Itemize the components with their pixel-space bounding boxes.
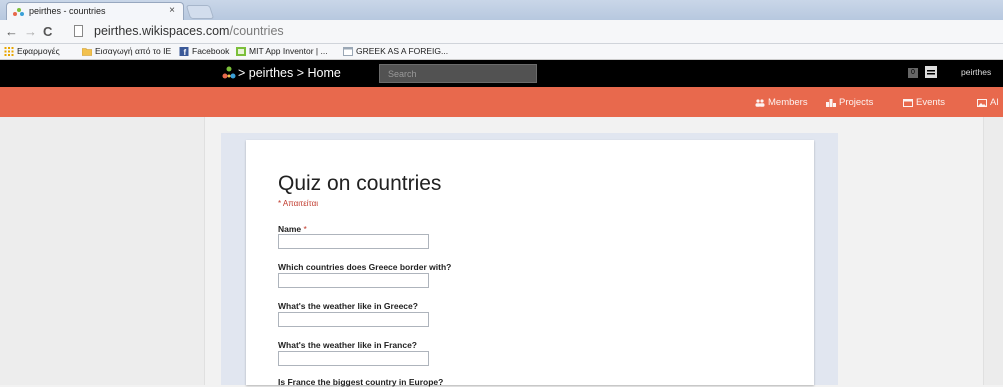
question-label: Which countries does Greece border with? <box>278 262 451 272</box>
wikispaces-logo-icon[interactable] <box>221 65 237 81</box>
back-arrow-icon[interactable]: ← <box>5 24 18 39</box>
question-text: Which countries does Greece border with? <box>278 262 452 272</box>
bookmark-label: GREEK AS A FOREIG... <box>356 46 449 56</box>
bookmark-label: Facebook <box>192 46 230 56</box>
right-sidebar <box>983 117 1003 385</box>
required-star: * <box>303 224 307 234</box>
nav-label: Al <box>990 97 999 108</box>
question-text: Is France the biggest country in Europe? <box>278 377 444 387</box>
bookmark-label: Εφαρμογές <box>17 46 60 56</box>
form-title: Quiz on countries <box>278 172 442 195</box>
members-icon <box>755 98 765 107</box>
folder-icon <box>82 47 92 56</box>
question-label: Is France the biggest country in Europe? <box>278 377 443 387</box>
reload-icon[interactable]: C <box>43 24 52 39</box>
user-menu[interactable]: peirthes <box>961 67 991 77</box>
bookmark-mit-app-inventor[interactable]: MIT App Inventor | ... <box>236 46 328 56</box>
browser-tab[interactable]: peirthes - countries × <box>6 2 184 20</box>
notification-badge[interactable]: 0 <box>908 68 918 78</box>
nav-projects[interactable]: Projects <box>826 97 873 108</box>
bookmark-greek-foreign[interactable]: GREEK AS A FOREIG... <box>343 46 448 56</box>
question-label: What's the weather like in France? <box>278 340 417 350</box>
svg-text:f: f <box>184 48 187 56</box>
nav-label: Projects <box>839 97 874 108</box>
bookmark-label: Εισαγωγή από το IE <box>95 46 172 56</box>
question-label: What's the weather like in Greece? <box>278 301 418 311</box>
url-path: /countries <box>229 24 284 38</box>
browser-tab-strip: peirthes - countries × <box>0 0 1003 20</box>
message-icon[interactable] <box>925 66 937 78</box>
projects-icon <box>826 98 836 107</box>
page-icon <box>74 25 83 37</box>
bookmark-label: MIT App Inventor | ... <box>249 46 328 56</box>
bookmarks-bar: Εφαρμογές Εισαγωγή από το IE f Facebook … <box>0 44 1003 60</box>
search-input[interactable]: Search <box>379 64 537 83</box>
left-sidebar <box>0 117 205 385</box>
address-bar[interactable]: peirthes.wikispaces.com/countries <box>66 21 1001 42</box>
nav-images[interactable]: Al <box>977 97 998 108</box>
question-text: What's the weather like in France? <box>278 340 418 350</box>
nav-label: Members <box>768 97 808 108</box>
france-weather-field[interactable] <box>278 351 429 366</box>
mit-icon <box>236 46 246 56</box>
bookmark-facebook[interactable]: f Facebook <box>179 46 229 56</box>
forward-arrow-icon[interactable]: → <box>24 24 37 39</box>
page-icon <box>343 46 353 56</box>
name-field[interactable] <box>278 234 429 249</box>
form-card: Quiz on countries * Απαιτείται Name * Wh… <box>246 140 814 387</box>
greece-weather-field[interactable] <box>278 312 429 327</box>
calendar-icon <box>903 98 913 107</box>
apps-grid-icon <box>4 46 14 56</box>
nav-members[interactable]: Members <box>755 97 808 108</box>
required-note: * Απαιτείται <box>278 199 318 208</box>
breadcrumb[interactable]: > peirthes > Home <box>238 66 341 80</box>
question-text: What's the weather like in Greece? <box>278 301 418 311</box>
image-icon <box>977 98 987 107</box>
browser-toolbar: ← → C peirthes.wikispaces.com/countries <box>0 20 1003 44</box>
space-nav-bar: Members Projects Events Al <box>0 87 1003 117</box>
nav-events[interactable]: Events <box>903 97 945 108</box>
site-favicon-icon <box>13 8 24 16</box>
nav-label: Events <box>916 97 946 108</box>
bookmark-apps[interactable]: Εφαρμογές <box>4 46 60 56</box>
greece-borders-field[interactable] <box>278 273 429 288</box>
bookmark-import-ie[interactable]: Εισαγωγή από το IE <box>82 46 171 56</box>
question-label: Name * <box>278 224 307 234</box>
tab-title: peirthes - countries <box>29 6 106 16</box>
tab-close-icon[interactable]: × <box>169 5 175 16</box>
site-header: > peirthes > Home Search 0 peirthes <box>0 60 1003 87</box>
question-text: Name <box>278 224 302 234</box>
page-content: Quiz on countries * Απαιτείται Name * Wh… <box>0 117 1003 387</box>
facebook-icon: f <box>179 46 189 56</box>
url-host: peirthes.wikispaces.com <box>94 24 230 38</box>
new-tab-button[interactable] <box>185 5 215 19</box>
